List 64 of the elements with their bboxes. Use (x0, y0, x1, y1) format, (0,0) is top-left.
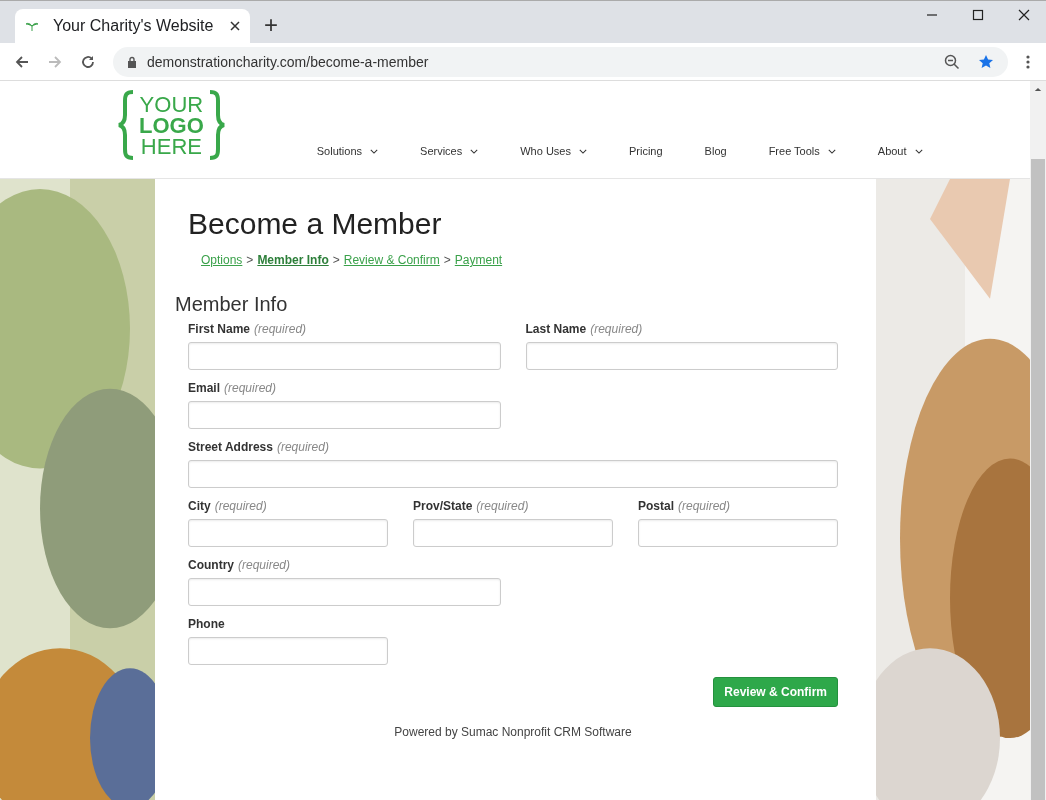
field-label: City (188, 499, 211, 513)
lock-icon (127, 55, 137, 68)
nav-item[interactable]: Free Tools (753, 145, 851, 157)
required-note: (required) (276, 440, 329, 454)
chevron-down-icon (470, 148, 479, 154)
star-icon[interactable] (978, 53, 994, 70)
menu-icon[interactable] (1026, 53, 1030, 70)
input-field[interactable] (188, 401, 501, 429)
breadcrumb-separator: > (332, 253, 340, 267)
close-icon[interactable] (1018, 9, 1030, 21)
field-label: Street Address (188, 440, 273, 454)
nav-item[interactable]: Pricing (614, 145, 678, 157)
input-field[interactable] (525, 342, 838, 370)
close-icon[interactable] (230, 21, 240, 31)
page-title: Become a Member (188, 207, 443, 241)
field-label: Phone (188, 617, 225, 631)
field-label: Prov/State (413, 499, 473, 513)
input-field[interactable] (188, 342, 501, 370)
field-label: Postal (638, 499, 674, 513)
chevron-down-icon (914, 148, 923, 154)
back-icon[interactable] (14, 53, 30, 70)
address-bar[interactable]: demonstrationcharity.com/become-a-member (113, 46, 1008, 77)
input-field[interactable] (188, 578, 501, 606)
required-note: (required) (678, 499, 731, 513)
nav-item[interactable]: Blog (689, 145, 742, 157)
nav-item[interactable]: Who Uses (505, 145, 602, 157)
forward-icon[interactable] (47, 53, 63, 70)
scrollbar[interactable] (1030, 81, 1046, 800)
chevron-down-icon (579, 148, 587, 154)
field-label: Email (188, 381, 220, 395)
nav-item[interactable]: Services (405, 145, 494, 157)
browser-tab[interactable]: Your Charity's Website (15, 9, 250, 43)
field-label: Last Name (525, 322, 587, 336)
field-label: First Name (188, 322, 251, 336)
input-field[interactable] (188, 637, 388, 665)
breadcrumb-separator: > (443, 253, 451, 267)
reload-icon[interactable] (80, 53, 96, 70)
breadcrumb-link[interactable]: Member Info (257, 253, 329, 267)
field-label: Country (188, 558, 234, 572)
new-tab-button[interactable]: + (264, 11, 278, 39)
scrollbar-thumb[interactable] (1031, 159, 1045, 800)
required-note: (required) (476, 499, 529, 513)
zoom-out-icon[interactable] (944, 53, 960, 70)
required-note: (required) (214, 499, 267, 513)
input-field[interactable] (188, 519, 388, 547)
required-note: (required) (224, 381, 277, 395)
input-field[interactable] (638, 519, 838, 547)
footer-text: Powered by Sumac Nonprofit CRM Software (393, 725, 633, 739)
url-text: demonstrationcharity.com/become-a-member (147, 53, 430, 70)
required-note: (required) (238, 558, 291, 572)
required-note: (required) (590, 322, 643, 336)
input-field[interactable] (413, 519, 613, 547)
required-note: (required) (254, 322, 307, 336)
nav-item[interactable]: About (862, 145, 938, 157)
section-heading: Member Info (175, 293, 289, 316)
maximize-icon[interactable] (972, 9, 984, 21)
sprout-icon (25, 21, 39, 31)
nav-item[interactable]: Solutions (301, 145, 394, 157)
scroll-up-icon[interactable] (1034, 87, 1042, 92)
chevron-down-icon (370, 148, 379, 154)
input-field[interactable] (188, 460, 838, 488)
tab-title: Your Charity's Website (53, 17, 215, 35)
breadcrumb-separator: > (246, 253, 254, 267)
chevron-down-icon (827, 148, 836, 154)
